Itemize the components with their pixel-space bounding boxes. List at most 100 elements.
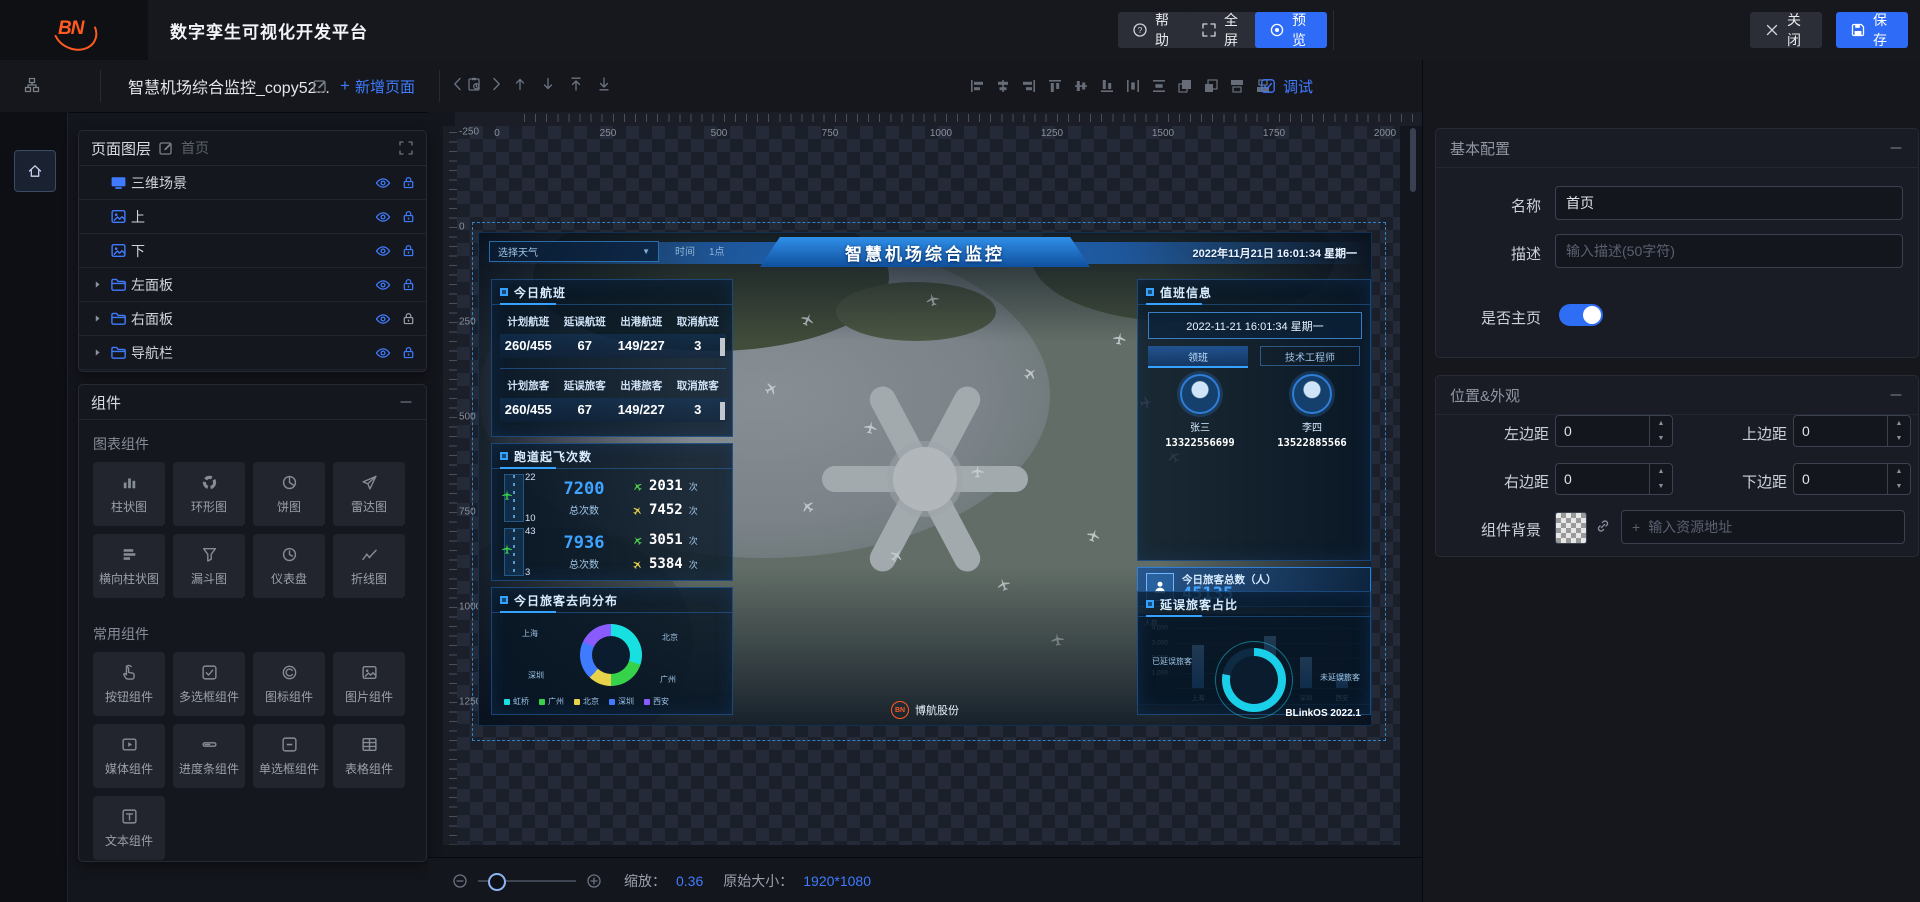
component-pie-chart[interactable]: 饼图 xyxy=(253,462,325,526)
component-button-comp[interactable]: 按钮组件 xyxy=(93,652,165,716)
stepper-up-icon[interactable]: ▲ xyxy=(1888,464,1910,479)
layer-row-3[interactable]: 下 xyxy=(79,234,426,268)
caret-right-icon[interactable] xyxy=(89,313,105,324)
zoom-slider-handle[interactable] xyxy=(488,873,506,891)
stepper-up-icon[interactable]: ▲ xyxy=(1650,416,1672,431)
lock-icon[interactable] xyxy=(401,277,416,292)
layer-row-1[interactable]: 三维场景 xyxy=(79,166,426,200)
dashboard-preview[interactable]: 智慧机场综合监控 2022年11月21日 16:01:34 星期一 选择天气▼ … xyxy=(478,232,1372,726)
layer-row-5[interactable]: 右面板 xyxy=(79,302,426,336)
visibility-eye-icon[interactable] xyxy=(375,345,391,361)
component-funnel-chart[interactable]: 漏斗图 xyxy=(173,534,245,598)
component-donut-chart[interactable]: 环形图 xyxy=(173,462,245,526)
bg-thumbnail[interactable] xyxy=(1555,512,1587,544)
visibility-eye-icon[interactable] xyxy=(375,175,391,191)
align-right-icon[interactable] xyxy=(1020,78,1037,95)
margin-stepper[interactable]: ▲▼ xyxy=(1555,415,1673,447)
move-up-icon[interactable] xyxy=(512,76,528,92)
link-icon[interactable] xyxy=(1595,518,1611,534)
component-text-comp[interactable]: 文本组件 xyxy=(93,796,165,860)
layer-row-4[interactable]: 左面板 xyxy=(79,268,426,302)
collapse-card-icon[interactable] xyxy=(1888,387,1904,403)
component-radar-chart[interactable]: 雷达图 xyxy=(333,462,405,526)
layer-up-icon[interactable] xyxy=(1176,78,1193,95)
margin-stepper[interactable]: ▲▼ xyxy=(1793,415,1911,447)
align-top-icon[interactable] xyxy=(1046,78,1063,95)
home-button[interactable] xyxy=(14,150,56,192)
margin-stepper[interactable]: ▲▼ xyxy=(1793,463,1911,495)
zoom-slider[interactable] xyxy=(478,880,576,882)
visibility-eye-icon[interactable] xyxy=(375,277,391,293)
component-image-comp[interactable]: 图片组件 xyxy=(333,652,405,716)
stepper-down-icon[interactable]: ▼ xyxy=(1888,479,1910,494)
lock-icon[interactable] xyxy=(401,209,416,224)
move-top-icon[interactable] xyxy=(568,76,584,92)
stepper-down-icon[interactable]: ▼ xyxy=(1650,479,1672,494)
debug-toggle[interactable]: 调试 xyxy=(1260,60,1313,112)
lock-icon[interactable] xyxy=(401,345,416,360)
align-bottom-icon[interactable] xyxy=(1098,78,1115,95)
stepper-down-icon[interactable]: ▼ xyxy=(1888,431,1910,446)
layer-top-icon[interactable] xyxy=(1228,78,1245,95)
visibility-eye-icon[interactable] xyxy=(375,209,391,225)
distribute-h-icon[interactable] xyxy=(1124,78,1141,95)
canvas-area[interactable]: 025050075010001250150017502000 -25002505… xyxy=(428,112,1422,857)
component-hbar-chart[interactable]: 横向柱状图 xyxy=(93,534,165,598)
fullscreen-button[interactable]: 全屏 xyxy=(1187,12,1259,48)
expand-panel-icon[interactable] xyxy=(398,140,414,156)
help-button[interactable]: ? 帮助 xyxy=(1118,12,1190,48)
component-progress-comp[interactable]: 进度条组件 xyxy=(173,724,245,788)
lock-icon[interactable] xyxy=(401,175,416,190)
align-left-icon[interactable] xyxy=(968,78,985,95)
bg-url-input[interactable]: + 输入资源地址 xyxy=(1621,510,1905,544)
align-center-h-icon[interactable] xyxy=(994,78,1011,95)
layer-row-2[interactable]: 上 xyxy=(79,200,426,234)
name-input[interactable] xyxy=(1555,186,1903,220)
rename-page-icon[interactable] xyxy=(312,78,328,94)
zoom-in-icon[interactable] xyxy=(586,873,602,889)
margin-input[interactable] xyxy=(1794,464,1887,494)
visibility-eye-icon[interactable] xyxy=(375,243,391,259)
distribute-v-icon[interactable] xyxy=(1150,78,1167,95)
stepper-down-icon[interactable]: ▼ xyxy=(1650,431,1672,446)
caret-right-icon[interactable] xyxy=(89,347,105,358)
stepper-up-icon[interactable]: ▲ xyxy=(1888,416,1910,431)
component-media-comp[interactable]: 媒体组件 xyxy=(93,724,165,788)
lock-icon[interactable] xyxy=(401,311,416,326)
stepper-up-icon[interactable]: ▲ xyxy=(1650,464,1672,479)
add-page-button[interactable]: + 新增页面 xyxy=(340,60,415,112)
collapse-panel-icon[interactable] xyxy=(398,394,414,410)
margin-stepper[interactable]: ▲▼ xyxy=(1555,463,1673,495)
current-page-name[interactable]: 智慧机场综合监控_copy52... xyxy=(128,60,318,112)
margin-input[interactable] xyxy=(1794,416,1887,446)
component-table-comp[interactable]: 表格组件 xyxy=(333,724,405,788)
close-button[interactable]: 关闭 xyxy=(1750,12,1822,48)
component-checkbox-comp[interactable]: 多选框组件 xyxy=(173,652,245,716)
align-center-v-icon[interactable] xyxy=(1072,78,1089,95)
next-page-icon[interactable] xyxy=(488,76,504,92)
component-icon-comp[interactable]: 图标组件 xyxy=(253,652,325,716)
page-clipboard-icon[interactable] xyxy=(466,76,482,92)
homepage-toggle[interactable] xyxy=(1559,304,1603,326)
caret-right-icon[interactable] xyxy=(89,279,105,290)
collapse-card-icon[interactable] xyxy=(1888,140,1904,156)
sitemap-icon[interactable] xyxy=(24,77,40,93)
visibility-eye-icon[interactable] xyxy=(375,311,391,327)
lock-icon[interactable] xyxy=(401,243,416,258)
prev-page-icon[interactable] xyxy=(450,76,466,92)
component-bar-chart[interactable]: 柱状图 xyxy=(93,462,165,526)
component-radio-comp[interactable]: 单选框组件 xyxy=(253,724,325,788)
tab-engineer[interactable]: 技术工程师 xyxy=(1260,346,1360,366)
move-bottom-icon[interactable] xyxy=(596,76,612,92)
save-button[interactable]: 保存 xyxy=(1836,12,1908,48)
preview-button[interactable]: 预览 xyxy=(1255,12,1327,48)
canvas-vertical-scrollbar[interactable] xyxy=(1410,128,1416,192)
edit-page-icon[interactable] xyxy=(158,140,174,156)
move-down-icon[interactable] xyxy=(540,76,556,92)
margin-input[interactable] xyxy=(1556,464,1649,494)
desc-input[interactable] xyxy=(1555,234,1903,268)
zoom-out-icon[interactable] xyxy=(452,873,468,889)
tab-foreman[interactable]: 领班 xyxy=(1148,346,1248,368)
component-line-chart[interactable]: 折线图 xyxy=(333,534,405,598)
margin-input[interactable] xyxy=(1556,416,1649,446)
